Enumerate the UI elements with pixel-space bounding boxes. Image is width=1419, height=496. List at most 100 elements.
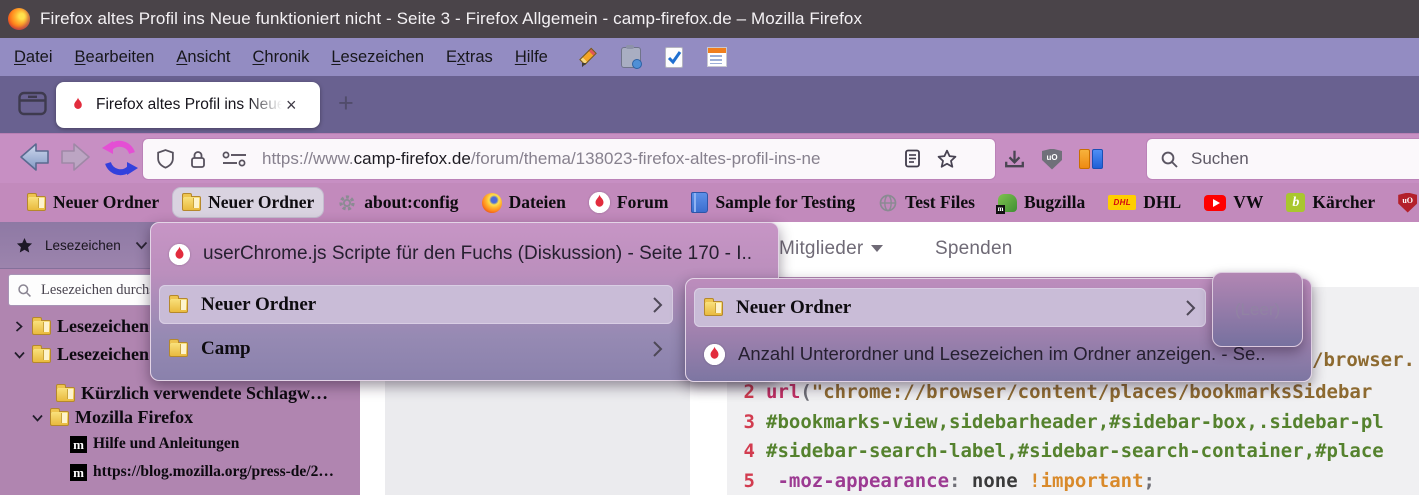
bookmark-item-forum[interactable]: Forum (580, 188, 678, 217)
tree-item-k-rzlich-verwendete-schlagw-[interactable]: Kürzlich verwendete Schlagw… (56, 383, 328, 404)
bugzilla-icon (998, 194, 1017, 212)
firefox-view-icon[interactable] (18, 90, 47, 117)
new-tab-button[interactable]: + (338, 88, 354, 119)
permissions-icon[interactable] (221, 151, 248, 167)
bookmark-item-dateien[interactable]: Dateien (473, 188, 575, 217)
tree-item-label: Lesezeichen (57, 316, 149, 337)
tab-title: Firefox altes Profil ins Neue (96, 96, 282, 114)
expander-right-icon[interactable] (12, 321, 26, 332)
bookmark-item-neuer-ordner[interactable]: Neuer Ordner (173, 188, 323, 217)
bookmark-item-k-rcher[interactable]: bKärcher (1277, 188, 1384, 217)
tree-item-mozilla-firefox[interactable]: Mozilla Firefox (30, 407, 193, 428)
menubar-item-hilfe[interactable]: Hilfe (504, 38, 559, 76)
menu-item-neuer-ordner[interactable]: Neuer Ordner (159, 285, 673, 324)
bookmarks-toolbar: Neuer OrdnerNeuer Ordner about:config Date… (0, 183, 1419, 222)
tree-item-label: Kürzlich verwendete Schlagw… (81, 383, 328, 404)
forward-button-icon[interactable] (58, 140, 96, 174)
bookmark-item-neuer-ordner[interactable]: Neuer Ordner (18, 188, 168, 217)
empty-submenu-popup: (Leer) (1212, 272, 1303, 347)
tree-item-lesezeichen[interactable]: Lesezeichen (12, 316, 149, 337)
chevron-right-icon (652, 340, 663, 358)
search-icon (1160, 150, 1179, 169)
code-line-3: 3#bookmarks-view,sidebarheader,#sidebar-… (727, 411, 1419, 437)
code-line-2: 2url("chrome://browser/content/places/bo… (727, 381, 1419, 407)
bookmark-item-bugzilla[interactable]: Bugzilla (989, 188, 1094, 217)
submenu-item-anzahl[interactable]: Anzahl Unterordner und Lesezeichen im Or… (694, 335, 1274, 373)
line-number: 5 (733, 470, 755, 496)
menubar-item-bearbeiten[interactable]: Bearbeiten (64, 38, 166, 76)
folder-icon (27, 196, 46, 211)
bookmark-label: Bugzilla (1024, 192, 1085, 213)
bookmark-extension-icon[interactable] (1079, 149, 1103, 169)
menu-item-userchrome[interactable]: userChrome.js Scripte für den Fuchs (Dis… (159, 233, 762, 275)
camp-firefox-icon (169, 244, 190, 265)
active-tab[interactable]: Firefox altes Profil ins Neue × (56, 82, 320, 128)
bookmark-item-update[interactable]: uOUpdate (1389, 188, 1419, 217)
chevron-down-icon[interactable] (135, 241, 148, 250)
expander-down-icon[interactable] (12, 351, 26, 359)
window-title: Firefox altes Profil ins Neue funktionie… (40, 9, 862, 29)
dhl-icon: DHL (1108, 195, 1136, 210)
pencil-extension-icon[interactable] (577, 47, 597, 67)
bookmark-item-sample-for-testing[interactable]: Sample for Testing (682, 188, 864, 217)
tree-item-label: Mozilla Firefox (75, 407, 193, 428)
reload-button-icon[interactable] (99, 137, 141, 179)
submenu-item-neuer-ordner[interactable]: Neuer Ordner (694, 288, 1206, 327)
mozilla-icon: m (70, 464, 87, 481)
menubar-item-lesezeichen[interactable]: Lesezeichen (320, 38, 435, 76)
spellcheck-extension-icon[interactable] (665, 47, 683, 68)
folder-icon (182, 196, 201, 211)
tree-item-lesezeichen[interactable]: Lesezeichen (12, 344, 149, 365)
bookmark-label: Test Files (905, 192, 975, 213)
tree-item-hilfe-und-anleitungen[interactable]: m Hilfe und Anleitungen (70, 435, 239, 453)
bookmark-item-test-files[interactable]: Test Files (869, 188, 984, 217)
tracking-shield-icon[interactable] (156, 149, 175, 169)
camp-firefox-favicon (68, 95, 88, 115)
bookmark-label: about:config (364, 192, 458, 213)
bookmark-label: Dateien (509, 192, 566, 213)
reader-view-icon[interactable] (904, 149, 921, 169)
menubar-item-ansicht[interactable]: Ansicht (165, 38, 241, 76)
bookmark-item-dhl[interactable]: DHLDHL (1099, 188, 1190, 217)
menubar-item-datei[interactable]: Datei (3, 38, 64, 76)
folder-icon (169, 342, 188, 357)
code-line1-tail: /browser. (1312, 349, 1415, 371)
mozilla-icon: m (70, 436, 87, 453)
menubar-item-chronik[interactable]: Chronik (241, 38, 320, 76)
page-nav-spenden[interactable]: Spenden (935, 238, 1012, 260)
downloads-icon[interactable] (1004, 149, 1025, 169)
chevron-right-icon (652, 296, 663, 314)
folder-icon (169, 298, 188, 313)
bookmark-item-about-config[interactable]: about:config (328, 188, 467, 217)
tree-item-label: Lesezeichen (57, 344, 149, 365)
bookmark-star-icon[interactable] (937, 149, 957, 169)
search-input[interactable] (1189, 148, 1383, 170)
url-text[interactable]: https://www.camp-firefox.de/forum/thema/… (262, 149, 902, 169)
bookmark-item-vw[interactable]: VW (1195, 188, 1272, 217)
ublock-origin-icon[interactable]: uO (1042, 149, 1062, 170)
url-bar[interactable]: https://www.camp-firefox.de/forum/thema/… (143, 139, 995, 179)
page-nav-mitglieder[interactable]: Mitglieder (779, 238, 883, 260)
clipboard-extension-icon[interactable] (621, 47, 641, 68)
back-button-icon[interactable] (14, 140, 52, 174)
menu-item-camp[interactable]: Camp (159, 329, 673, 368)
folder-icon (704, 301, 723, 316)
menu-bar: DateiBearbeitenAnsichtChronikLesezeichen… (0, 38, 1419, 76)
menubar-item-extras[interactable]: Extras (435, 38, 504, 76)
expander-down-icon[interactable] (30, 414, 44, 422)
star-icon (16, 237, 33, 254)
window-titlebar: Firefox altes Profil ins Neue funktionie… (0, 0, 1419, 38)
search-bar[interactable] (1147, 139, 1419, 179)
firefox-logo-icon (8, 8, 30, 30)
firefox-icon (482, 193, 502, 213)
sidebar-title: Lesezeichen (45, 238, 121, 253)
lock-icon[interactable] (189, 150, 207, 169)
empty-label: (Leer) (1235, 300, 1280, 320)
table-extension-icon[interactable] (707, 47, 727, 67)
gear-icon (337, 193, 357, 213)
tree-item-https-blog-mozilla-org-press-d[interactable]: mhttps://blog.mozilla.org/press-de/2… (70, 463, 334, 481)
search-icon (17, 283, 32, 298)
tab-close-icon[interactable]: × (286, 96, 297, 114)
tree-item-label: Hilfe und Anleitungen (93, 435, 239, 453)
chevron-right-icon (1185, 299, 1196, 317)
